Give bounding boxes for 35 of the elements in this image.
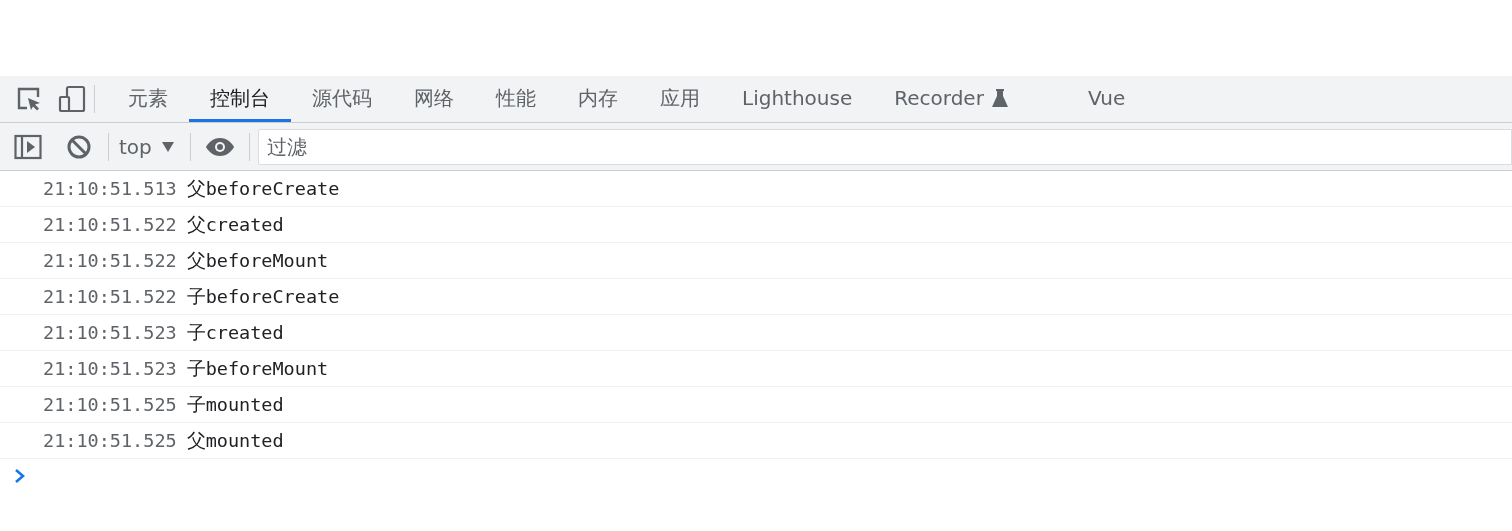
log-message: 父created bbox=[186, 212, 284, 237]
inspect-element-icon[interactable] bbox=[16, 86, 42, 112]
log-timestamp: 21:10:51.513 bbox=[43, 176, 177, 201]
panel-tab[interactable]: Vue bbox=[1066, 76, 1147, 122]
panel-tab[interactable]: 应用 bbox=[639, 76, 721, 122]
log-timestamp: 21:10:51.522 bbox=[43, 212, 177, 237]
panel-tab[interactable]: 元素 bbox=[107, 76, 189, 122]
device-toolbar-icon[interactable] bbox=[58, 85, 86, 113]
context-selector[interactable]: top bbox=[117, 131, 176, 162]
log-message: 子created bbox=[186, 320, 284, 345]
log-message: 子beforeMount bbox=[186, 356, 329, 381]
log-message: 子mounted bbox=[186, 392, 284, 417]
panel-tab[interactable]: Recorder bbox=[873, 76, 1067, 122]
panel-tab[interactable]: 内存 bbox=[557, 76, 639, 122]
log-timestamp: 21:10:51.523 bbox=[43, 356, 177, 381]
sidebar-toggle-icon[interactable] bbox=[14, 133, 42, 160]
panel-tab[interactable]: 网络 bbox=[393, 76, 475, 122]
log-timestamp: 21:10:51.523 bbox=[43, 320, 177, 345]
flask-icon bbox=[991, 87, 1008, 108]
log-timestamp: 21:10:51.522 bbox=[43, 248, 177, 273]
panel-tab[interactable]: 性能 bbox=[475, 76, 557, 122]
panel-tab[interactable]: Lighthouse bbox=[721, 76, 874, 122]
prompt-chevron-icon[interactable] bbox=[14, 469, 26, 483]
dropdown-arrow-icon bbox=[161, 140, 174, 153]
log-message: 子beforeCreate bbox=[186, 284, 340, 309]
log-message: 父mounted bbox=[186, 428, 284, 453]
filter-field[interactable]: 过滤 bbox=[257, 128, 1512, 165]
clear-console-icon[interactable] bbox=[66, 133, 92, 160]
log-message: 父beforeCreate bbox=[186, 176, 340, 201]
log-message: 父beforeMount bbox=[186, 248, 329, 273]
log-timestamp: 21:10:51.525 bbox=[43, 392, 177, 417]
log-timestamp: 21:10:51.525 bbox=[43, 428, 177, 453]
panel-tab[interactable]: 源代码 bbox=[291, 76, 393, 122]
log-timestamp: 21:10:51.522 bbox=[43, 284, 177, 309]
eye-icon[interactable] bbox=[204, 136, 235, 157]
